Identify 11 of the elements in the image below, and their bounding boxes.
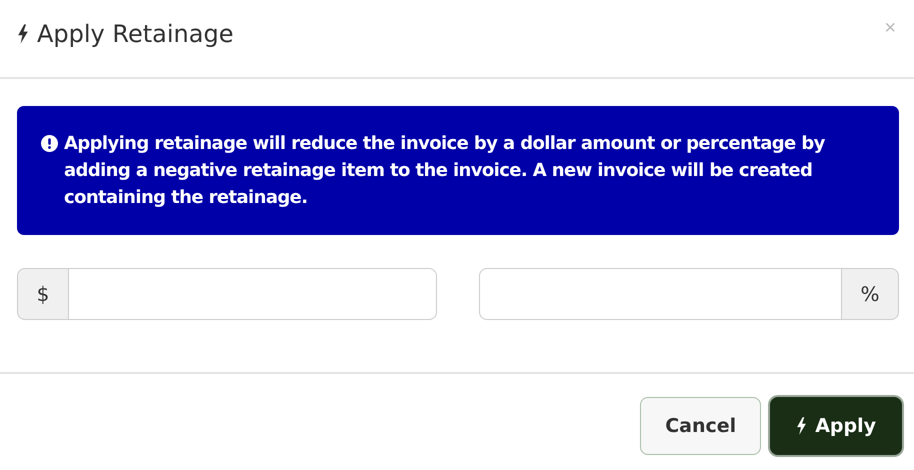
- exclamation-icon: [41, 135, 58, 152]
- currency-addon: $: [17, 268, 68, 320]
- modal-title: Apply Retainage: [37, 20, 234, 48]
- input-field[interactable]: [68, 268, 437, 320]
- percent-addon: %: [842, 268, 899, 320]
- apply-button[interactable]: Apply: [770, 397, 902, 455]
- alert-text: Applying retainage will reduce the invoice by a dollar amount or percentage by adding a negative retainage item to the invoice. A new invoice will be created containing the retainage.: [64, 132, 826, 210]
- lightning-icon: [17, 24, 29, 44]
- lightning-icon: [796, 417, 808, 435]
- cancel-button[interactable]: Cancel: [640, 397, 762, 455]
- input-field[interactable]: [479, 268, 842, 320]
